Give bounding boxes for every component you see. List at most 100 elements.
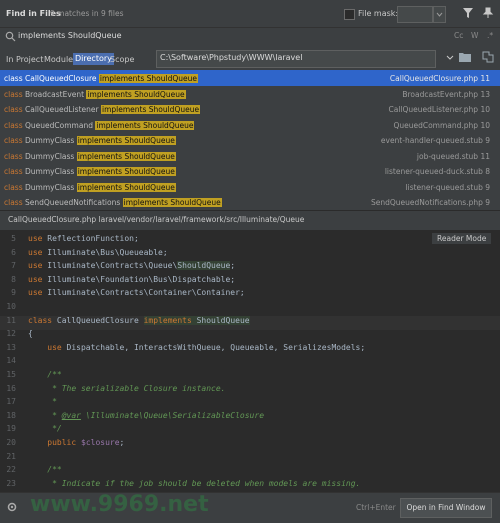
code-line: 22 /** (0, 465, 500, 479)
result-prefix: class (4, 105, 26, 114)
result-match: implements ShouldQueue (86, 89, 186, 99)
line-number: 14 (6, 356, 16, 366)
code-text: use Illuminate\Contracts\Container\Conta… (28, 288, 245, 298)
result-prefix: class (4, 120, 26, 130)
result-prefix: class (4, 182, 26, 192)
result-match: implements ShouldQueue (100, 105, 201, 114)
code-line: 6 use Illuminate\Bus\Queueable; (0, 248, 500, 262)
code-text: * @var \Illuminate\Queue\SerializableClo… (28, 410, 265, 420)
code-line: 14 (0, 356, 500, 370)
file-mask-input[interactable] (397, 6, 433, 23)
result-file: event-handler-queued.stub 9 (380, 136, 490, 145)
result-match: implements ShouldQueue (95, 120, 195, 130)
match-case-toggle[interactable]: Cc (454, 31, 463, 40)
folder-icon[interactable] (458, 50, 472, 64)
code-line: 8 use Illuminate\Foundation\Bus\Dispatcha… (0, 275, 500, 289)
shortcut-hint: Ctrl+Enter (356, 503, 396, 512)
result-row[interactable]: class DummyClass implements ShouldQueue … (0, 179, 500, 195)
result-class: DummyClass (25, 151, 77, 161)
code-text: use Illuminate\Bus\Queueable; (28, 247, 168, 257)
result-match: implements ShouldQueue (98, 74, 198, 83)
code-line: 23 * Indicate if the job should be delet… (0, 479, 500, 493)
result-file: CallQueuedListener.php 10 (388, 105, 490, 114)
code-text: /** (28, 370, 62, 379)
directory-value: C:\Software\Phpstudy\WWW\laravel (160, 53, 303, 62)
pin-icon[interactable] (482, 7, 494, 19)
code-line: 21 (0, 452, 500, 466)
recursive-icon[interactable] (481, 50, 495, 64)
result-file: BroadcastEvent.php 13 (402, 89, 490, 99)
code-line: 11 class CallQueuedClosure implements Sho… (0, 315, 500, 330)
result-prefix: class (4, 198, 26, 207)
result-row[interactable]: class QueuedCommand implements ShouldQue… (0, 117, 500, 133)
gear-icon[interactable] (6, 501, 18, 513)
line-number: 11 (6, 315, 16, 325)
file-mask-dropdown[interactable] (433, 6, 446, 23)
result-file: job-queued.stub 11 (416, 151, 490, 161)
match-count: 9 matches in 9 files (50, 9, 124, 18)
regex-toggle[interactable]: .* (487, 31, 493, 40)
code-text: * (28, 397, 57, 407)
result-prefix: class (4, 167, 26, 176)
result-file: QueuedCommand.php 10 (393, 120, 490, 130)
line-number: 23 (6, 478, 16, 488)
code-text: class CallQueuedClosure implements Shoul… (28, 315, 250, 325)
line-number: 8 (11, 274, 16, 284)
result-row[interactable]: class CallQueuedListener implements Shou… (0, 101, 500, 117)
code-text: * Indicate if the job should be deleted … (28, 478, 361, 488)
result-prefix: class (4, 89, 26, 99)
scope-module[interactable]: Module (44, 55, 73, 64)
line-number: 10 (6, 302, 16, 311)
code-line: 17 * (0, 397, 500, 411)
chevron-down-icon[interactable] (445, 50, 455, 66)
result-match: implements ShouldQueue (76, 182, 176, 192)
result-class: BroadcastEvent (25, 89, 87, 99)
code-line: 7 use Illuminate\Contracts\Queue\ShouldQu… (0, 261, 500, 275)
line-number: 13 (6, 342, 16, 352)
scope-scope[interactable]: Scope (110, 55, 134, 64)
watermark: www.9969.net (30, 492, 209, 517)
results-list: class CallQueuedClosure implements Shoul… (0, 70, 500, 210)
code-text: use Dispatchable, InteractsWithQueue, Qu… (47, 342, 366, 352)
result-class: DummyClass (25, 182, 77, 192)
search-input[interactable]: implements ShouldQueue (18, 31, 122, 40)
open-in-find-window-button[interactable]: Open in Find Window (400, 498, 492, 518)
scope-in-project[interactable]: In Project (6, 55, 43, 64)
line-number: 7 (11, 261, 16, 271)
result-row[interactable]: class DummyClass implements ShouldQueue … (0, 148, 500, 164)
preview-path: CallQueuedClosure.php laravel/vendor/lar… (8, 215, 305, 224)
result-row[interactable]: class DummyClass implements ShouldQueue … (0, 132, 500, 148)
code-text: { (28, 329, 33, 339)
line-number: 20 (6, 438, 16, 447)
code-text: use Illuminate\Contracts\Queue\ShouldQue… (28, 261, 236, 271)
code-text: /** (28, 465, 62, 475)
code-line: 15 /** (0, 370, 500, 384)
scope-directory[interactable]: Directory (73, 53, 114, 65)
words-toggle[interactable]: W (471, 31, 478, 40)
file-mask-checkbox[interactable] (344, 9, 355, 20)
result-row[interactable]: class SendQueuedNotifications implements… (0, 194, 500, 210)
code-line: 5 use ReflectionFunction; (0, 234, 500, 248)
result-class: CallQueuedClosure (25, 74, 99, 83)
line-number: 16 (6, 383, 16, 393)
result-file: CallQueuedClosure.php 11 (389, 74, 490, 83)
line-number: 21 (6, 451, 16, 461)
result-row[interactable]: class DummyClass implements ShouldQueue … (0, 163, 500, 179)
result-class: DummyClass (25, 136, 77, 145)
result-row[interactable]: class CallQueuedClosure implements Shoul… (0, 70, 500, 86)
code-text: use Illuminate\Foundation\Bus\Dispatchab… (28, 274, 236, 284)
result-prefix: class (4, 136, 26, 145)
line-number: 15 (6, 370, 16, 379)
filter-icon[interactable] (462, 7, 474, 19)
line-number: 6 (11, 247, 16, 257)
code-line: 18 * @var \Illuminate\Queue\Serializable… (0, 411, 500, 425)
line-number: 17 (6, 397, 16, 407)
code-text: * The serializable Closure instance. (28, 383, 226, 393)
result-class: CallQueuedListener (25, 105, 101, 114)
code-text: public $closure; (47, 438, 125, 447)
code-line: 13 use Dispatchable, InteractsWithQueue,… (0, 343, 500, 357)
result-class: SendQueuedNotifications (25, 198, 123, 207)
result-match: implements ShouldQueue (122, 198, 222, 207)
code-line: 9 use Illuminate\Contracts\Container\Cont… (0, 288, 500, 302)
result-row[interactable]: class BroadcastEvent implements ShouldQu… (0, 86, 500, 102)
